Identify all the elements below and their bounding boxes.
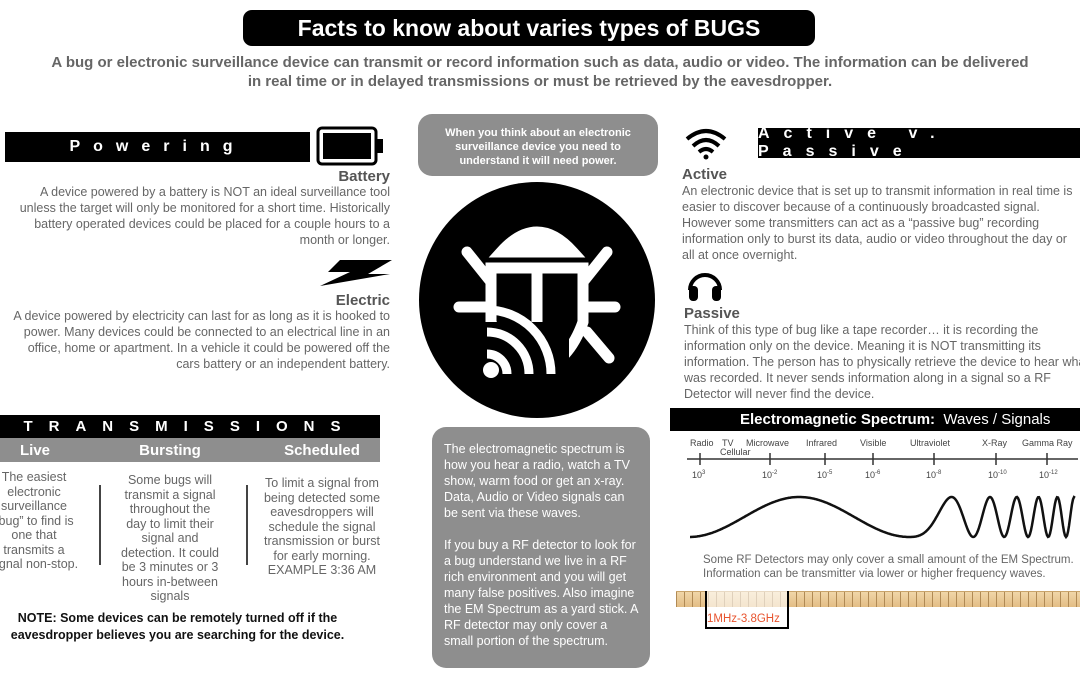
col-label-scheduled: Scheduled [284,442,360,459]
band-label: Gamma Ray [1022,438,1073,448]
spectrum-tick-label: 10-8 [926,470,942,480]
col-text-live: The easiest electronic surveillance “bug… [0,470,79,571]
battery-label: Battery [338,168,390,185]
transmissions-heading: TRANSMISSIONS [0,415,380,438]
col-text-scheduled: To limit a signal from being detected so… [263,476,381,577]
subtitle-line: in real time or in delayed transmissions… [247,73,833,90]
col-label-live: Live [19,442,50,459]
em-callout: The electromagnetic spectrum is how you … [432,427,650,668]
col-text-bursting: Some bugs will transmit a signal through… [121,473,219,603]
page-title: Facts to know about varies types of BUGS [243,10,815,46]
spectrum-tick-label: 10-5 [817,470,833,480]
wave-line [690,495,1076,540]
em-heading: Electromagnetic Spectrum: Waves / Signal… [670,408,1080,431]
band-label: Ultraviolet [910,438,951,448]
band-label: Radio [690,438,714,448]
active-label: Active [682,166,728,183]
em-callout-para: If you buy a RF detector to look for a b… [444,538,638,648]
em-heading-rest: Waves / Signals [943,411,1051,428]
bug-signal-icon [419,182,655,418]
active-text: An electronic device that is set up to t… [682,184,1073,262]
band-label: X-Ray [982,438,1008,448]
detector-range-label: 1MHz-3.8GHz [707,613,780,625]
em-spectrum-diagram: Radio TV Cellular Microwave Infrared Vis… [687,438,1078,540]
band-label: Visible [860,438,886,448]
power-callout: When you think about an electronic surve… [418,114,658,176]
spectrum-tick-label: 10-2 [762,470,778,480]
battery-icon [316,126,383,166]
lightning-icon [320,260,392,286]
em-heading-bold: Electromagnetic Spectrum: [740,411,936,428]
powering-heading: Powering [5,132,310,162]
divider [246,485,248,565]
subtitle-line: A bug or electronic surveillance device … [51,54,1029,71]
battery-text: A device powered by a battery is NOT an … [19,185,390,247]
em-caption: Some RF Detectors may only cover a small… [703,554,1074,580]
passive-label: Passive [684,305,740,322]
note: NOTE: Some devices can be remotely turne… [10,611,345,642]
subtitle: A bug or electronic surveillance device … [0,53,1080,91]
electric-label: Electric [335,292,390,309]
passive-text: Think of this type of bug like a tape re… [684,323,1080,401]
spectrum-tick-label: 103 [692,470,706,480]
band-label: Cellular [720,447,751,457]
spectrum-tick-label: 10-12 [1039,470,1058,480]
active-passive-heading: Active v. Passive [758,125,1080,160]
wifi-icon [685,129,727,160]
spectrum-tick-label: 10-6 [865,470,881,480]
divider [99,485,101,565]
col-label-bursting: Bursting [139,442,201,459]
band-label: Microwave [746,438,789,448]
band-label: Infrared [806,438,837,448]
spectrum-tick-label: 10-10 [988,470,1007,480]
em-callout-para: The electromagnetic spectrum is how you … [444,442,630,520]
headphones-icon [688,273,722,301]
electric-text: A device powered by electricity can last… [13,309,390,371]
